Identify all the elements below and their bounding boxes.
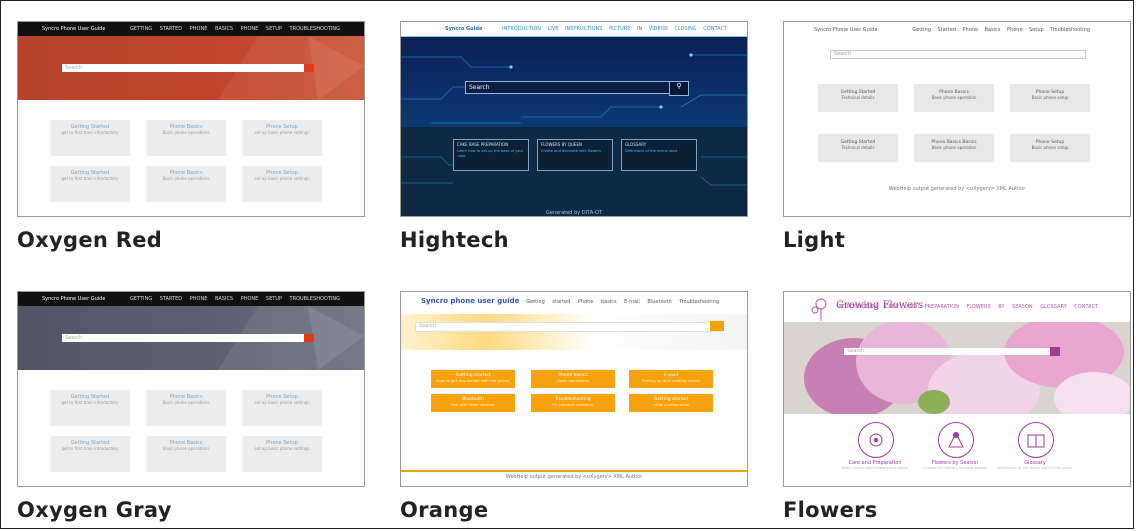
preview-header: Syncro phone user guide Getting started …: [401, 292, 747, 314]
preview-tile: Getting Started get to first time introdu…: [50, 166, 130, 202]
preview-app-title: Syncro phone user guide: [421, 297, 520, 305]
preview-search-button: [710, 321, 724, 331]
preview-app-title: Syncro Guide: [445, 26, 483, 32]
preview-tile: Getting started How to get acquainted wit…: [431, 370, 515, 388]
preview-nav: INTRODUCTION LIVE INSTRUCTIONS PICTURE I…: [502, 26, 727, 32]
theme-preview-oxygen-gray[interactable]: Syncro Phone User Guide GETTING STARTED …: [17, 291, 365, 487]
preview-box: GLOSSARY Definitions of the terms used: [621, 139, 697, 171]
preview-hero-image: Search: [784, 322, 1130, 414]
preview-tile: Phone Basics Basic phone operations: [146, 120, 226, 156]
preview-tile: Phone Basics Basic phone operations: [146, 390, 226, 426]
preview-header: Growing Flowers INTRODUCTION CARE AND PR…: [784, 292, 1130, 322]
preview-tile: Phone Setup set up basic phone settings: [242, 390, 322, 426]
preview-hero: Search ⚲: [401, 37, 747, 127]
preview-tile: Getting Started get to first time introdu…: [50, 390, 130, 426]
theme-name[interactable]: Oxygen Gray: [17, 498, 172, 522]
preview-search-input: Search: [62, 334, 304, 342]
preview-search-input: Search: [62, 64, 304, 72]
preview-tile: E-mail Setting up and sending emails: [629, 370, 713, 388]
preview-body: Getting Started get to first time introdu…: [18, 100, 364, 216]
preview-tile: Phone Basics Basic phone operations: [146, 436, 226, 472]
preview-search-input: Search: [465, 81, 671, 94]
preview-tile: Troubleshooting Fix common problems: [531, 394, 615, 412]
preview-app-title: Syncro Phone User Guide: [42, 26, 106, 32]
preview-search-input: Search: [415, 322, 711, 332]
preview-nav: GETTING STARTED PHONE BASICS PHONE SETUP…: [129, 296, 340, 302]
preview-app-title: Syncro Phone User Guide: [42, 296, 106, 302]
theme-name[interactable]: Orange: [400, 498, 488, 522]
preview-header: Syncro Phone User Guide Getting Started …: [784, 22, 1130, 38]
preview-search-button: [304, 334, 314, 342]
preview-search-button: [304, 64, 314, 72]
preview-tile: Phone Basics Basic phone operations: [146, 166, 226, 202]
preview-tile: Phone Setup Basic phone setup: [1010, 84, 1090, 112]
preview-box: FLOWERS BY QUEEN Create and decorate with…: [537, 139, 613, 171]
preview-nav: Getting Started Phone Basics Phone Setup…: [912, 27, 1090, 33]
preview-hero: Search: [18, 306, 364, 370]
preview-body: Care and Preparation Flowers by Season G…: [784, 414, 1130, 486]
theme-preview-orange[interactable]: Syncro phone user guide Getting started …: [400, 291, 748, 487]
preview-divider: [401, 470, 747, 472]
preview-tile: Phone Setup set up basic phone settings: [242, 436, 322, 472]
flower-icon: [858, 422, 894, 458]
theme-name[interactable]: Light: [783, 228, 845, 252]
preview-tile: Phone Setup Basic phone setup: [1010, 134, 1090, 162]
preview-header: Syncro Phone User Guide GETTING STARTED …: [18, 22, 364, 36]
theme-name[interactable]: Hightech: [400, 228, 509, 252]
theme-preview-flowers[interactable]: Growing Flowers INTRODUCTION CARE AND PR…: [783, 291, 1131, 487]
preview-nav: INTRODUCTION CARE AND PREPARATION FLOWER…: [838, 304, 1098, 310]
preview-tile: Phone Basics Basics Basic phone operation: [914, 134, 994, 162]
preview-search-input: Search: [830, 50, 1086, 59]
preview-footer: Generated by DITA-OT: [545, 210, 603, 216]
preview-tile: Phone basics Basic operations: [531, 370, 615, 388]
preview-tile: Getting Started Technical details: [818, 134, 898, 162]
magnolia-image: [784, 322, 1130, 414]
feature-desc: Basic care of your flowers and plants: [841, 466, 909, 470]
preview-tile: Getting started Initial configuration: [629, 394, 713, 412]
preview-header: Syncro Phone User Guide GETTING STARTED …: [18, 292, 364, 306]
feature-desc: Choose the flowers for each season: [922, 466, 988, 470]
theme-gallery: Syncro Phone User Guide GETTING STARTED …: [0, 0, 1134, 529]
preview-hero: Search: [401, 314, 747, 350]
preview-tile: Getting Started Technical details: [818, 84, 898, 112]
preview-nav: Getting started Phone basics E-mail Blue…: [526, 299, 719, 305]
preview-search-button: [1050, 347, 1060, 356]
bouquet-icon: [938, 422, 974, 458]
flower-logo-icon: [811, 298, 827, 321]
preview-nav: GETTING STARTED PHONE BASICS PHONE SETUP…: [129, 26, 340, 32]
preview-hero: Search: [18, 36, 364, 100]
preview-tile: Phone Basics Basic phone operation: [914, 84, 994, 112]
theme-preview-oxygen-red[interactable]: Syncro Phone User Guide GETTING STARTED …: [17, 21, 365, 217]
preview-header: Syncro Guide INTRODUCTION LIVE INSTRUCTI…: [401, 22, 747, 37]
preview-tile: Phone Setup set up basic phone settings: [242, 166, 322, 202]
preview-tile: Getting Started get to first time introdu…: [50, 436, 130, 472]
feature-desc: Definitions of the terms used in the gui…: [997, 466, 1073, 470]
preview-app-title: Syncro Phone User Guide: [814, 27, 878, 33]
theme-name[interactable]: Flowers: [783, 498, 878, 522]
preview-tile: Getting Started get to first time introdu…: [50, 120, 130, 156]
preview-body: Getting Started get to first time introdu…: [18, 370, 364, 486]
preview-footer: WebHelp output generated by <oXygen/> XM…: [505, 474, 643, 480]
book-icon: [1018, 422, 1054, 458]
preview-tile: Phone Setup set up basic phone settings: [242, 120, 322, 156]
preview-search-input: Search: [844, 348, 1050, 355]
theme-preview-light[interactable]: Syncro Phone User Guide Getting Started …: [783, 21, 1131, 217]
preview-body: CAKE BASE PREPARATION Learn how to set up…: [401, 127, 747, 216]
theme-preview-hightech[interactable]: Syncro Guide INTRODUCTION LIVE INSTRUCTI…: [400, 21, 748, 217]
theme-name[interactable]: Oxygen Red: [17, 228, 162, 252]
preview-footer: WebHelp output generated by <oXygen/> XM…: [888, 186, 1026, 192]
preview-tile: Bluetooth Pair with other devices: [431, 394, 515, 412]
preview-search-icon: ⚲: [669, 81, 689, 96]
preview-box: CAKE BASE PREPARATION Learn how to set up…: [453, 139, 529, 171]
